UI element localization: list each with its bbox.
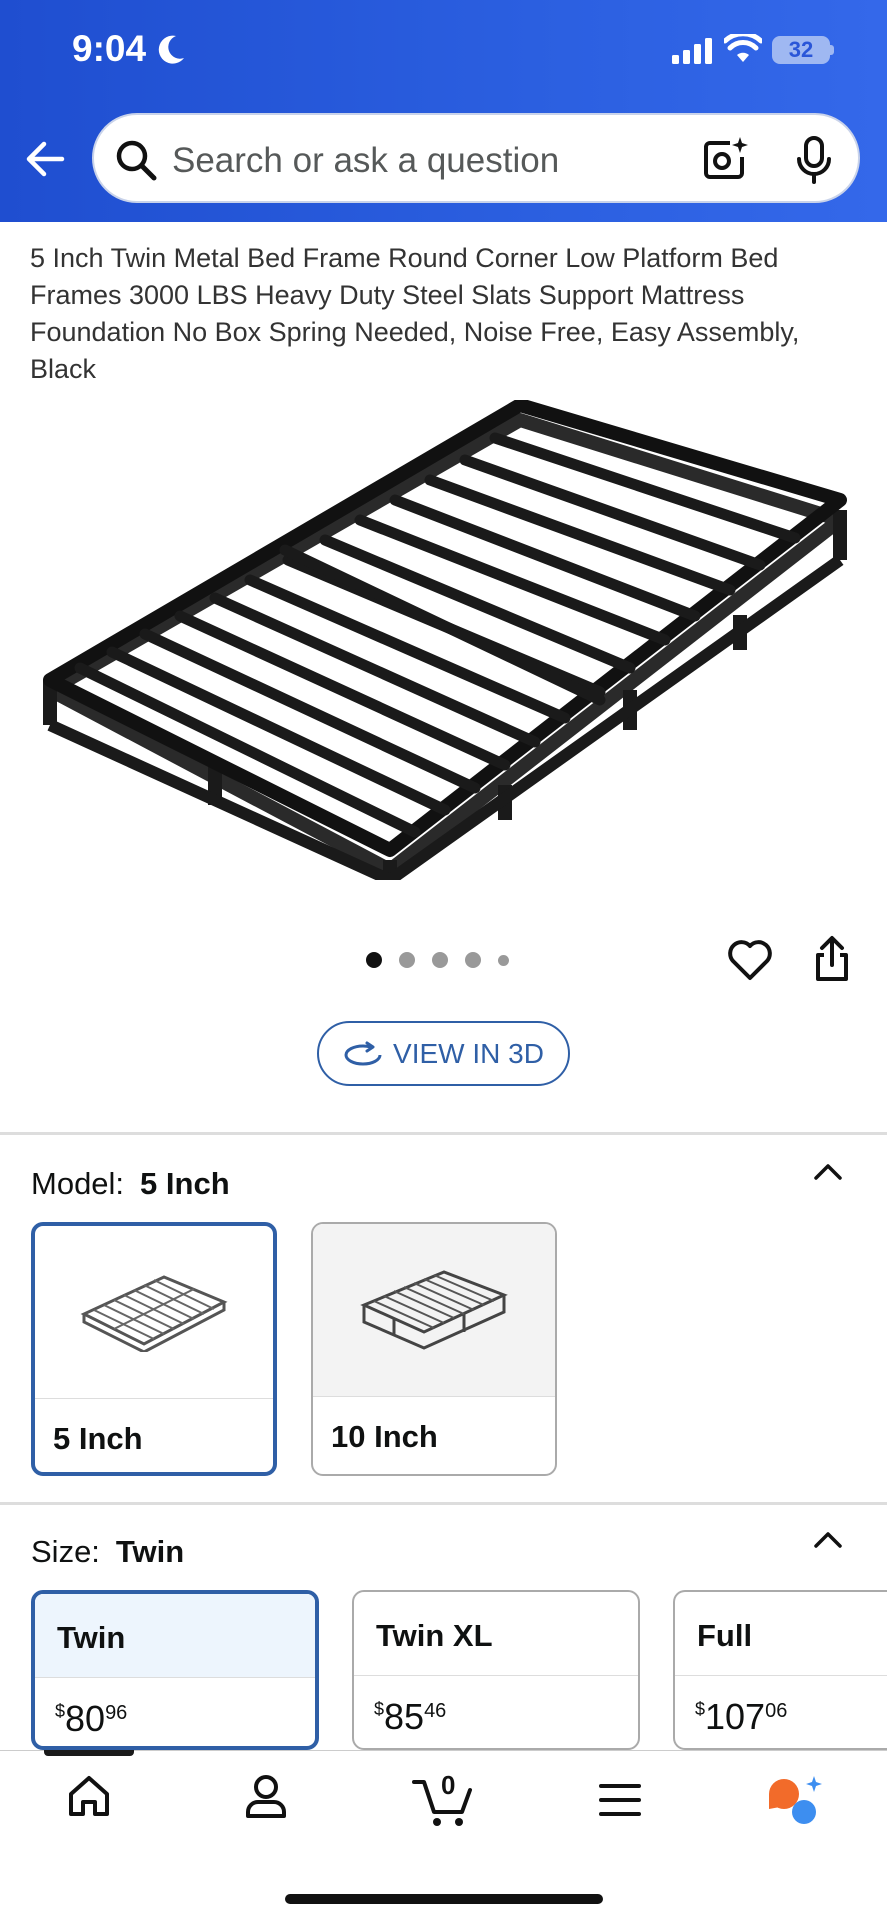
section-divider (0, 1502, 887, 1505)
wifi-icon (724, 34, 762, 62)
size-option-label: Twin XL (354, 1592, 638, 1676)
menu-icon[interactable] (598, 1782, 642, 1818)
model-option-5-inch[interactable]: 5 Inch (31, 1222, 277, 1476)
size-option-label: Full (675, 1592, 887, 1676)
product-title: 5 Inch Twin Metal Bed Frame Round Corner… (30, 243, 800, 384)
app-header: 9:04 32 Search or ask a question (0, 0, 887, 222)
size-option-label: Twin (35, 1594, 315, 1678)
back-arrow-icon[interactable] (22, 136, 68, 182)
rotate-3d-icon (344, 1041, 382, 1065)
carousel-dot-2[interactable] (399, 952, 415, 968)
image-carousel-dots[interactable] (366, 952, 509, 968)
size-section-label: Size: Twin (31, 1534, 184, 1570)
bed-frame-thumbnail-icon (360, 1270, 508, 1350)
heart-icon[interactable] (727, 938, 773, 982)
search-bar[interactable]: Search or ask a question (92, 113, 860, 203)
model-selected-value: 5 Inch (140, 1166, 230, 1201)
size-option-twin-xl[interactable]: Twin XL $8546 (352, 1590, 640, 1750)
model-option-label: 10 Inch (331, 1419, 438, 1454)
cart-count-badge: 0 (441, 1770, 456, 1800)
share-icon[interactable] (810, 935, 854, 983)
home-icon[interactable] (66, 1772, 112, 1820)
model-label: Model: (31, 1166, 125, 1201)
section-divider (0, 1132, 887, 1135)
carousel-dot-4[interactable] (465, 952, 481, 968)
size-option-price: $10706 (695, 1696, 788, 1737)
size-option-full[interactable]: Full $10706 (673, 1590, 887, 1750)
model-section-label: Model: 5 Inch (31, 1166, 230, 1202)
home-indicator[interactable] (285, 1894, 603, 1904)
battery-tip (830, 45, 834, 55)
rufus-ai-icon[interactable] (766, 1774, 824, 1826)
model-option-10-inch[interactable]: 10 Inch (311, 1222, 557, 1476)
bed-frame-thumbnail-icon (80, 1275, 228, 1352)
chevron-up-icon[interactable] (810, 1160, 846, 1184)
account-icon[interactable] (244, 1772, 288, 1820)
view-in-3d-label: VIEW IN 3D (393, 1037, 544, 1069)
search-input[interactable]: Search or ask a question (172, 141, 559, 181)
carousel-dot-5[interactable] (498, 954, 509, 966)
battery-indicator: 32 (772, 36, 830, 64)
size-selected-value: Twin (115, 1534, 185, 1569)
status-time: 9:04 (72, 28, 147, 69)
search-icon (116, 140, 157, 181)
view-in-3d-button[interactable]: VIEW IN 3D (317, 1021, 570, 1086)
cellular-signal-icon (672, 38, 712, 64)
moon-icon (158, 35, 184, 64)
microphone-icon[interactable] (794, 135, 834, 185)
size-option-twin[interactable]: Twin $8096 (31, 1590, 319, 1750)
chevron-up-icon[interactable] (810, 1528, 846, 1552)
model-option-label: 5 Inch (53, 1421, 143, 1456)
size-option-price: $8096 (55, 1698, 128, 1739)
size-option-price: $8546 (374, 1696, 447, 1737)
carousel-dot-3[interactable] (432, 952, 448, 968)
size-label: Size: (31, 1534, 100, 1569)
product-image[interactable] (40, 400, 850, 880)
model-thumbnail (35, 1226, 273, 1399)
carousel-dot-1[interactable] (366, 952, 382, 968)
model-thumbnail (313, 1224, 555, 1397)
camera-search-icon[interactable] (700, 135, 748, 183)
active-tab-indicator (44, 1750, 134, 1756)
